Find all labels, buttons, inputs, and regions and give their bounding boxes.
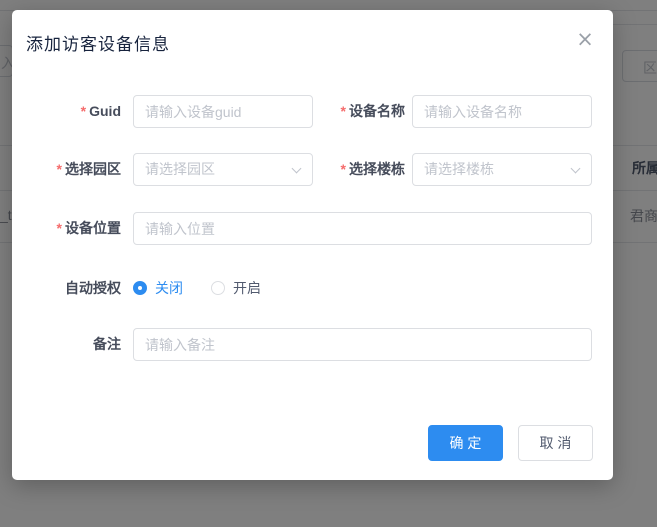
park-select-placeholder: 请选择园区 bbox=[145, 161, 215, 177]
radio-unselected-icon bbox=[211, 281, 225, 295]
auto-auth-label: 自动授权 bbox=[65, 280, 121, 296]
chevron-down-icon bbox=[570, 163, 581, 174]
radio-on[interactable]: 开启 bbox=[211, 275, 261, 301]
park-select[interactable]: 请选择园区 bbox=[133, 153, 313, 186]
park-label: * 选择园区 bbox=[56, 161, 121, 177]
remark-label: 备注 bbox=[93, 336, 121, 352]
required-mark: * bbox=[340, 103, 346, 119]
radio-off[interactable]: 关闭 bbox=[133, 275, 183, 301]
guid-input[interactable] bbox=[133, 95, 313, 128]
radio-off-label: 关闭 bbox=[155, 280, 183, 296]
form-row-park-building: * 选择园区 请选择园区 * 选择楼栋 请选择楼栋 bbox=[12, 153, 613, 186]
location-label: * 设备位置 bbox=[56, 220, 121, 236]
radio-selected-icon bbox=[133, 281, 147, 295]
auto-auth-radio-group: 关闭 开启 bbox=[133, 275, 289, 301]
close-icon[interactable]: × bbox=[570, 24, 600, 54]
guid-label: * Guid bbox=[80, 103, 121, 119]
confirm-button[interactable]: 确 定 bbox=[428, 425, 503, 461]
radio-on-label: 开启 bbox=[233, 280, 261, 296]
dialog-title: 添加访客设备信息 bbox=[26, 35, 170, 54]
device-name-input[interactable] bbox=[412, 95, 592, 128]
form-row-guid-name: *Guid *设备名称 bbox=[12, 95, 613, 128]
form-row-remark: 备注 bbox=[12, 328, 613, 361]
building-select[interactable]: 请选择楼栋 bbox=[412, 153, 592, 186]
location-input[interactable] bbox=[133, 212, 592, 245]
form-row-auto-auth: 自动授权 关闭 开启 bbox=[12, 275, 613, 301]
required-mark: * bbox=[56, 220, 62, 236]
building-select-placeholder: 请选择楼栋 bbox=[424, 161, 494, 177]
required-mark: * bbox=[56, 161, 62, 177]
cancel-button[interactable]: 取 消 bbox=[518, 425, 593, 461]
required-mark: * bbox=[80, 103, 87, 119]
remark-input[interactable] bbox=[133, 328, 592, 361]
form-row-location: * 设备位置 bbox=[12, 212, 613, 245]
building-label: * 选择楼栋 bbox=[340, 161, 405, 177]
required-mark: * bbox=[340, 161, 346, 177]
device-name-label: * 设备名称 bbox=[340, 103, 405, 119]
app-window: 入 区 所属 _te 君商务 添加访客设备信息 × *Guid *设备名称 *选… bbox=[0, 0, 657, 527]
add-visitor-device-dialog: 添加访客设备信息 × *Guid *设备名称 *选择园区 请选择园区 *选择楼栋… bbox=[12, 10, 613, 480]
